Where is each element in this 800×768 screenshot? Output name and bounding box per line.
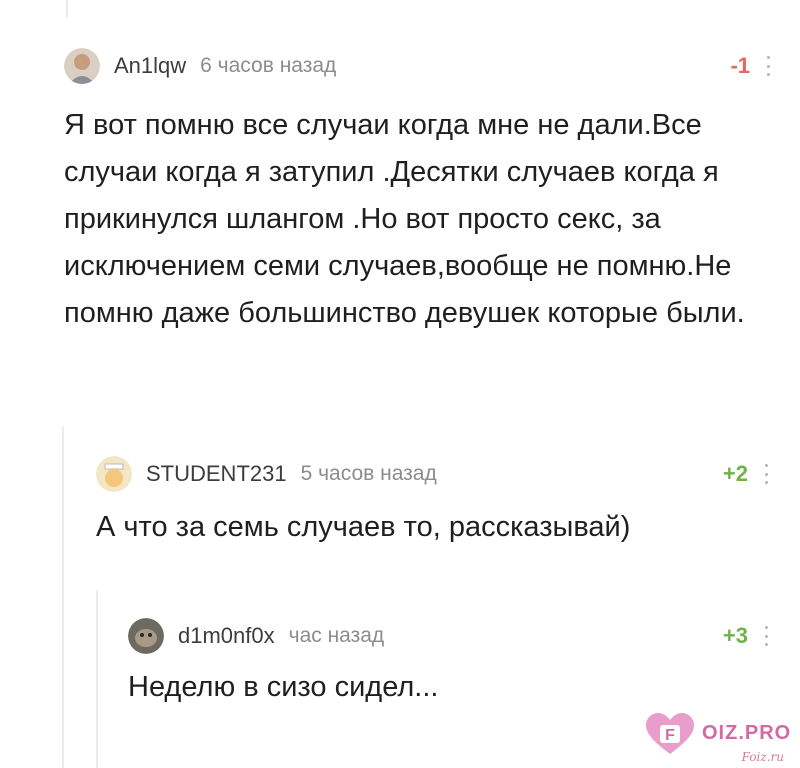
comment-time[interactable]: 6 часов назад bbox=[200, 54, 336, 78]
more-options-icon[interactable] bbox=[766, 56, 770, 76]
student-avatar-icon[interactable] bbox=[96, 456, 132, 492]
thread-line-top bbox=[66, 0, 68, 18]
heart-logo-icon: F bbox=[646, 713, 694, 754]
comment-3: d1m0nf0x час назад +3 Неделю в сизо сиде… bbox=[128, 616, 768, 711]
animal-photo-avatar-icon[interactable] bbox=[128, 618, 164, 654]
comment-header: d1m0nf0x час назад +3 bbox=[128, 616, 768, 656]
comment-header: STUDENT231 5 часов назад +2 bbox=[96, 454, 768, 494]
comment-author[interactable]: d1m0nf0x bbox=[178, 623, 275, 649]
comment-author[interactable]: An1lqw bbox=[114, 53, 186, 79]
user-photo-avatar-icon[interactable] bbox=[64, 48, 100, 84]
comment-2: STUDENT231 5 часов назад +2 А что за сем… bbox=[96, 454, 768, 551]
thread-line-level-2 bbox=[96, 590, 98, 768]
comment-rating: +2 bbox=[722, 461, 748, 486]
comment-1: An1lqw 6 часов назад -1 Я вот помню все … bbox=[64, 46, 770, 337]
foiz-watermark-logo: F OIZ.PRO Foiz.ru bbox=[644, 710, 794, 764]
more-options-icon[interactable] bbox=[764, 464, 768, 484]
comment-rating: +3 bbox=[722, 623, 748, 648]
watermark-subtext: Foiz.ru bbox=[741, 750, 784, 764]
comment-rating: -1 bbox=[730, 53, 750, 78]
comment-time[interactable]: 5 часов назад bbox=[301, 462, 437, 486]
comment-header: An1lqw 6 часов назад -1 bbox=[64, 46, 770, 86]
comment-time[interactable]: час назад bbox=[289, 624, 385, 648]
comment-author[interactable]: STUDENT231 bbox=[146, 461, 287, 487]
more-options-icon[interactable] bbox=[764, 626, 768, 646]
comment-text: Я вот помню все случаи когда мне не дали… bbox=[64, 109, 745, 329]
watermark-text: OIZ.PRO bbox=[702, 722, 792, 744]
svg-text:F: F bbox=[665, 727, 675, 744]
thread-line-level-1 bbox=[62, 426, 64, 768]
comment-text: А что за семь случаев то, рассказывай) bbox=[96, 511, 631, 543]
comment-text: Неделю в сизо сидел... bbox=[128, 671, 439, 703]
